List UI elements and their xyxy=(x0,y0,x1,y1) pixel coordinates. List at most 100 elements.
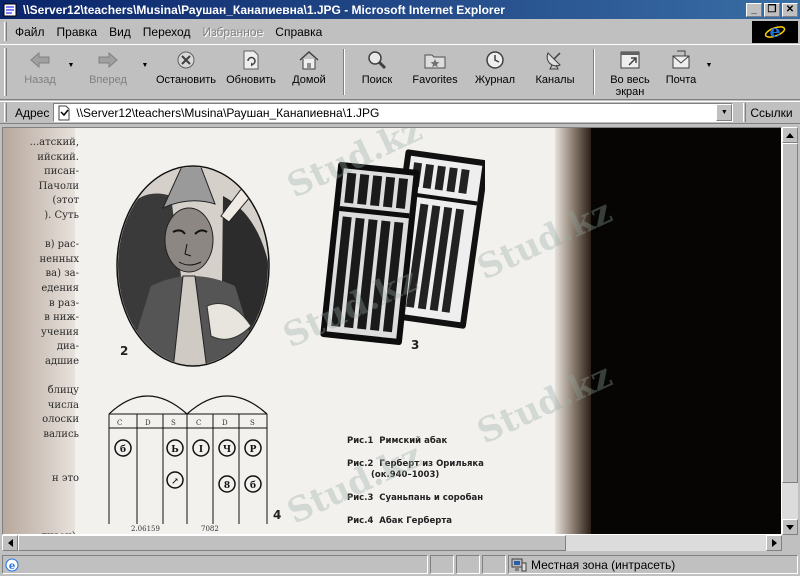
menu-go[interactable]: Переход xyxy=(143,25,191,39)
fullscreen-icon xyxy=(619,49,641,71)
status-pane xyxy=(482,555,506,574)
scroll-up-arrow-icon[interactable] xyxy=(782,127,798,143)
home-label: Домой xyxy=(292,74,326,86)
svg-text:I: I xyxy=(199,445,203,455)
security-zone-pane: Местная зона (интрасеть) xyxy=(508,555,798,574)
svg-text:Ч: Ч xyxy=(223,445,231,455)
menu-bar: Файл Правка Вид Переход Избранное Справк… xyxy=(0,19,800,44)
mail-button[interactable]: Почта xyxy=(659,45,703,99)
column-letter: D xyxy=(145,419,151,427)
forward-dropdown-icon[interactable]: ▼ xyxy=(139,45,151,99)
favorites-label: Favorites xyxy=(412,74,458,86)
refresh-button[interactable]: Обновить xyxy=(221,45,281,99)
menu-grip[interactable] xyxy=(4,22,7,41)
svg-text:↗: ↗ xyxy=(171,477,179,487)
svg-text:8: 8 xyxy=(224,481,230,491)
standard-toolbar: Назад ▼ Вперед ▼ Остановить Обновить Дом… xyxy=(0,44,800,100)
gerbert-portrait xyxy=(116,165,270,367)
channels-button[interactable]: Каналы xyxy=(523,45,587,99)
dark-background xyxy=(591,128,781,534)
status-bar: e Местная зона (интрасеть) xyxy=(0,553,800,576)
links-bar[interactable]: Ссылки xyxy=(743,103,793,122)
home-icon xyxy=(298,49,320,71)
history-button[interactable]: Журнал xyxy=(467,45,523,99)
scroll-left-arrow-icon[interactable] xyxy=(2,535,18,551)
search-button[interactable]: Поиск xyxy=(351,45,403,99)
caption-fig2: Рис.2 Герберт из Орильяка xyxy=(347,459,484,469)
channels-label: Каналы xyxy=(535,74,575,86)
menu-edit[interactable]: Правка xyxy=(57,25,98,39)
forward-label: Вперед xyxy=(89,74,127,86)
column-letter: C xyxy=(196,419,202,427)
address-label: Адрес xyxy=(15,105,50,120)
gerbert-abacus-diagram: б Ь I Ч P ↗ 8 б xyxy=(108,395,268,524)
favorites-folder-icon xyxy=(424,49,446,71)
status-main-pane: e xyxy=(2,555,428,574)
search-icon xyxy=(366,49,388,71)
channels-satellite-icon xyxy=(544,49,566,71)
minimize-button[interactable]: _ xyxy=(746,2,762,17)
fullscreen-button[interactable]: Во весь экран xyxy=(601,45,659,99)
favorites-button[interactable]: Favorites xyxy=(403,45,467,99)
mail-label: Почта xyxy=(665,74,697,86)
menu-file[interactable]: Файл xyxy=(15,25,45,39)
horizontal-scrollbar[interactable] xyxy=(2,535,782,551)
history-label: Журнал xyxy=(474,74,516,86)
horizontal-scroll-thumb[interactable] xyxy=(18,535,566,551)
home-button[interactable]: Домой xyxy=(281,45,337,99)
caption-fig2-dates: (ок.940–1003) xyxy=(371,470,440,480)
vertical-scroll-thumb[interactable] xyxy=(782,143,798,483)
address-grip[interactable] xyxy=(4,103,7,122)
maximize-button[interactable]: ❐ xyxy=(764,2,780,17)
toolbar-grip[interactable] xyxy=(4,48,7,96)
history-clock-icon xyxy=(484,49,506,71)
figure-captions: Рис.1 Римский абак Рис.2 Герберт из Орил… xyxy=(347,436,484,534)
address-bar: Адрес \\Server12\teachers\Musina\Раушан_… xyxy=(0,101,800,124)
content-viewport[interactable]: ...атский, ийский. писан- Пачоли (этот )… xyxy=(2,127,782,535)
scrollbar-corner xyxy=(782,535,798,551)
figure-2-label: 2 xyxy=(120,344,129,358)
intranet-zone-icon xyxy=(511,558,527,572)
title-bar[interactable]: \\Server12\teachers\Musina\Раушан_Канапи… xyxy=(0,0,800,19)
abacus-number: 7082 xyxy=(201,525,219,533)
status-pane xyxy=(430,555,454,574)
address-dropdown-icon[interactable]: ▼ xyxy=(716,104,733,121)
window-title: \\Server12\teachers\Musina\Раушан_Канапи… xyxy=(23,2,505,17)
close-button[interactable]: ✕ xyxy=(782,2,798,17)
links-label: Ссылки xyxy=(750,105,793,120)
address-value: \\Server12\teachers\Musina\Раушан_Канапи… xyxy=(76,105,380,120)
column-letter: S xyxy=(250,419,255,427)
column-letter: S xyxy=(171,419,176,427)
menu-help[interactable]: Справка xyxy=(275,25,322,39)
figure-4-label: 4 xyxy=(273,508,282,522)
forward-arrow-icon xyxy=(97,49,119,71)
scroll-right-arrow-icon[interactable] xyxy=(766,535,782,551)
caption-fig1: Рис.1 Римский абак xyxy=(347,436,448,446)
toolbar-separator xyxy=(343,49,345,95)
menu-favorites[interactable]: Избранное xyxy=(202,25,263,39)
links-grip[interactable] xyxy=(743,103,747,122)
column-letter: D xyxy=(222,419,228,427)
back-dropdown-icon[interactable]: ▼ xyxy=(65,45,77,99)
mail-icon xyxy=(670,49,692,71)
book-gutter xyxy=(555,128,591,534)
fullscreen-label-line2: экран xyxy=(615,86,645,98)
back-arrow-icon xyxy=(29,49,51,71)
svg-text:б: б xyxy=(120,444,126,455)
ie-logo-icon: e xyxy=(752,21,798,43)
stop-button[interactable]: Остановить xyxy=(151,45,221,99)
vertical-scrollbar[interactable] xyxy=(782,127,798,535)
stop-label: Остановить xyxy=(155,74,217,86)
caption-fig4: Рис.4 Абак Герберта xyxy=(347,516,452,526)
left-column-text: ...атский, ийский. писан- Пачоли (этот )… xyxy=(29,137,79,534)
menu-view[interactable]: Вид xyxy=(109,25,131,39)
forward-button[interactable]: Вперед xyxy=(77,45,139,99)
scroll-down-arrow-icon[interactable] xyxy=(782,519,798,535)
security-zone-label: Местная зона (интрасеть) xyxy=(531,557,676,572)
address-input[interactable]: \\Server12\teachers\Musina\Раушан_Канапи… xyxy=(53,103,734,122)
figure-3-label: 3 xyxy=(411,338,420,352)
ie-page-icon xyxy=(3,3,19,17)
back-button[interactable]: Назад xyxy=(15,45,65,99)
mail-dropdown-icon[interactable]: ▼ xyxy=(703,45,715,99)
svg-text:б: б xyxy=(250,480,256,491)
